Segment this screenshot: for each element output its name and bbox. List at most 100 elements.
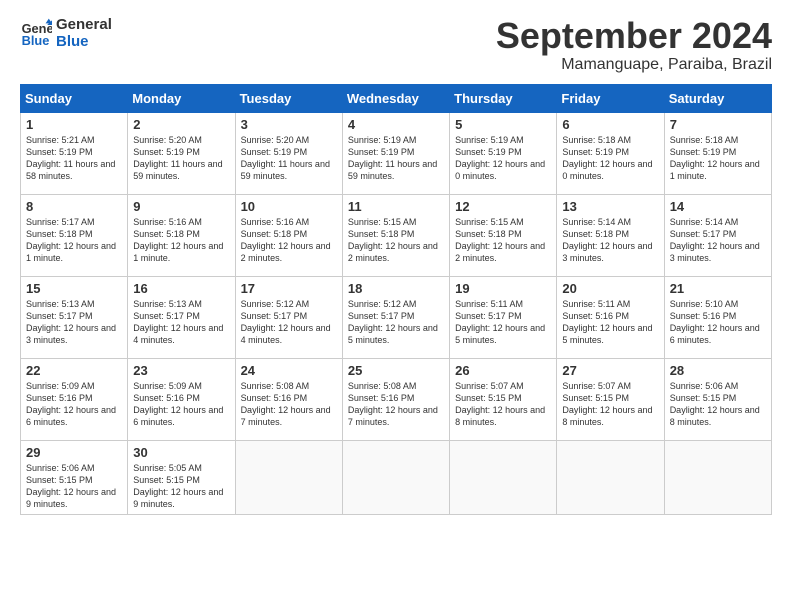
day-number: 13 (562, 199, 658, 214)
cell-info: Sunrise: 5:17 AMSunset: 5:18 PMDaylight:… (26, 216, 122, 265)
cell-info: Sunrise: 5:06 AMSunset: 5:15 PMDaylight:… (26, 462, 122, 511)
day-number: 26 (455, 363, 551, 378)
calendar-cell: 19 Sunrise: 5:11 AMSunset: 5:17 PMDayligh… (450, 276, 557, 358)
cell-info: Sunrise: 5:05 AMSunset: 5:15 PMDaylight:… (133, 462, 229, 511)
cell-info: Sunrise: 5:07 AMSunset: 5:15 PMDaylight:… (562, 380, 658, 429)
header: General Blue General Blue September 2024… (20, 16, 772, 74)
calendar-cell: 7 Sunrise: 5:18 AMSunset: 5:19 PMDaylight… (664, 112, 771, 194)
weekday-header-monday: Monday (128, 84, 235, 112)
cell-info: Sunrise: 5:06 AMSunset: 5:15 PMDaylight:… (670, 380, 766, 429)
cell-info: Sunrise: 5:12 AMSunset: 5:17 PMDaylight:… (241, 298, 337, 347)
svg-text:Blue: Blue (22, 33, 50, 48)
day-number: 23 (133, 363, 229, 378)
cell-info: Sunrise: 5:14 AMSunset: 5:18 PMDaylight:… (562, 216, 658, 265)
day-number: 5 (455, 117, 551, 132)
calendar-cell (235, 440, 342, 515)
calendar-cell: 29 Sunrise: 5:06 AMSunset: 5:15 PMDayligh… (21, 440, 128, 515)
day-number: 10 (241, 199, 337, 214)
day-number: 17 (241, 281, 337, 296)
cell-info: Sunrise: 5:20 AMSunset: 5:19 PMDaylight:… (241, 134, 337, 183)
cell-info: Sunrise: 5:08 AMSunset: 5:16 PMDaylight:… (348, 380, 444, 429)
weekday-header-thursday: Thursday (450, 84, 557, 112)
cell-info: Sunrise: 5:19 AMSunset: 5:19 PMDaylight:… (455, 134, 551, 183)
logo: General Blue General Blue (20, 16, 112, 51)
day-number: 20 (562, 281, 658, 296)
weekday-header-friday: Friday (557, 84, 664, 112)
calendar-cell: 18 Sunrise: 5:12 AMSunset: 5:17 PMDayligh… (342, 276, 449, 358)
day-number: 6 (562, 117, 658, 132)
calendar-cell: 11 Sunrise: 5:15 AMSunset: 5:18 PMDayligh… (342, 194, 449, 276)
calendar-cell (450, 440, 557, 515)
day-number: 18 (348, 281, 444, 296)
title-block: September 2024 Mamanguape, Paraiba, Braz… (496, 16, 772, 74)
calendar-cell: 20 Sunrise: 5:11 AMSunset: 5:16 PMDayligh… (557, 276, 664, 358)
day-number: 19 (455, 281, 551, 296)
weekday-header-saturday: Saturday (664, 84, 771, 112)
cell-info: Sunrise: 5:21 AMSunset: 5:19 PMDaylight:… (26, 134, 122, 183)
location-title: Mamanguape, Paraiba, Brazil (496, 56, 772, 74)
day-number: 21 (670, 281, 766, 296)
day-number: 8 (26, 199, 122, 214)
calendar-cell: 16 Sunrise: 5:13 AMSunset: 5:17 PMDayligh… (128, 276, 235, 358)
page: General Blue General Blue September 2024… (0, 0, 792, 612)
cell-info: Sunrise: 5:11 AMSunset: 5:16 PMDaylight:… (562, 298, 658, 347)
day-number: 29 (26, 445, 122, 460)
calendar-cell: 30 Sunrise: 5:05 AMSunset: 5:15 PMDayligh… (128, 440, 235, 515)
cell-info: Sunrise: 5:16 AMSunset: 5:18 PMDaylight:… (241, 216, 337, 265)
cell-info: Sunrise: 5:10 AMSunset: 5:16 PMDaylight:… (670, 298, 766, 347)
calendar-cell: 13 Sunrise: 5:14 AMSunset: 5:18 PMDayligh… (557, 194, 664, 276)
calendar-cell (342, 440, 449, 515)
cell-info: Sunrise: 5:13 AMSunset: 5:17 PMDaylight:… (133, 298, 229, 347)
day-number: 12 (455, 199, 551, 214)
cell-info: Sunrise: 5:18 AMSunset: 5:19 PMDaylight:… (670, 134, 766, 183)
calendar-cell: 15 Sunrise: 5:13 AMSunset: 5:17 PMDayligh… (21, 276, 128, 358)
calendar-cell: 17 Sunrise: 5:12 AMSunset: 5:17 PMDayligh… (235, 276, 342, 358)
logo-line2: Blue (56, 33, 112, 50)
calendar-cell: 24Sunrise: 5:08 AMSunset: 5:16 PMDayligh… (235, 358, 342, 440)
cell-info: Sunrise: 5:15 AMSunset: 5:18 PMDaylight:… (455, 216, 551, 265)
day-number: 14 (670, 199, 766, 214)
cell-info: Sunrise: 5:07 AMSunset: 5:15 PMDaylight:… (455, 380, 551, 429)
cell-info: Sunrise: 5:18 AMSunset: 5:19 PMDaylight:… (562, 134, 658, 183)
cell-info: Sunrise: 5:13 AMSunset: 5:17 PMDaylight:… (26, 298, 122, 347)
day-number: 25 (348, 363, 444, 378)
cell-info: Sunrise: 5:20 AMSunset: 5:19 PMDaylight:… (133, 134, 229, 183)
calendar-cell: 28 Sunrise: 5:06 AMSunset: 5:15 PMDayligh… (664, 358, 771, 440)
calendar-cell (664, 440, 771, 515)
day-number: 16 (133, 281, 229, 296)
day-number: 22 (26, 363, 122, 378)
day-number: 15 (26, 281, 122, 296)
cell-info: Sunrise: 5:15 AMSunset: 5:18 PMDaylight:… (348, 216, 444, 265)
cell-info: Sunrise: 5:12 AMSunset: 5:17 PMDaylight:… (348, 298, 444, 347)
weekday-header-tuesday: Tuesday (235, 84, 342, 112)
calendar-table: SundayMondayTuesdayWednesdayThursdayFrid… (20, 84, 772, 516)
calendar-cell: 3 Sunrise: 5:20 AMSunset: 5:19 PMDaylight… (235, 112, 342, 194)
cell-info: Sunrise: 5:11 AMSunset: 5:17 PMDaylight:… (455, 298, 551, 347)
day-number: 30 (133, 445, 229, 460)
weekday-header-wednesday: Wednesday (342, 84, 449, 112)
day-number: 4 (348, 117, 444, 132)
day-number: 1 (26, 117, 122, 132)
calendar-cell: 4 Sunrise: 5:19 AMSunset: 5:19 PMDaylight… (342, 112, 449, 194)
calendar-header-row: SundayMondayTuesdayWednesdayThursdayFrid… (21, 84, 772, 112)
calendar-cell (557, 440, 664, 515)
day-number: 3 (241, 117, 337, 132)
day-number: 28 (670, 363, 766, 378)
day-number: 9 (133, 199, 229, 214)
day-number: 2 (133, 117, 229, 132)
cell-info: Sunrise: 5:14 AMSunset: 5:17 PMDaylight:… (670, 216, 766, 265)
calendar-cell: 2 Sunrise: 5:20 AMSunset: 5:19 PMDaylight… (128, 112, 235, 194)
calendar-cell: 1 Sunrise: 5:21 AMSunset: 5:19 PMDaylight… (21, 112, 128, 194)
calendar-cell: 25 Sunrise: 5:08 AMSunset: 5:16 PMDayligh… (342, 358, 449, 440)
day-number: 11 (348, 199, 444, 214)
logo-icon: General Blue (20, 17, 52, 49)
calendar-cell: 23Sunrise: 5:09 AMSunset: 5:16 PMDayligh… (128, 358, 235, 440)
cell-info: Sunrise: 5:19 AMSunset: 5:19 PMDaylight:… (348, 134, 444, 183)
day-number: 24 (241, 363, 337, 378)
day-number: 7 (670, 117, 766, 132)
calendar-cell: 27Sunrise: 5:07 AMSunset: 5:15 PMDayligh… (557, 358, 664, 440)
calendar-cell: 5 Sunrise: 5:19 AMSunset: 5:19 PMDaylight… (450, 112, 557, 194)
cell-info: Sunrise: 5:09 AMSunset: 5:16 PMDaylight:… (26, 380, 122, 429)
calendar-cell: 14 Sunrise: 5:14 AMSunset: 5:17 PMDayligh… (664, 194, 771, 276)
calendar-cell: 22 Sunrise: 5:09 AMSunset: 5:16 PMDayligh… (21, 358, 128, 440)
